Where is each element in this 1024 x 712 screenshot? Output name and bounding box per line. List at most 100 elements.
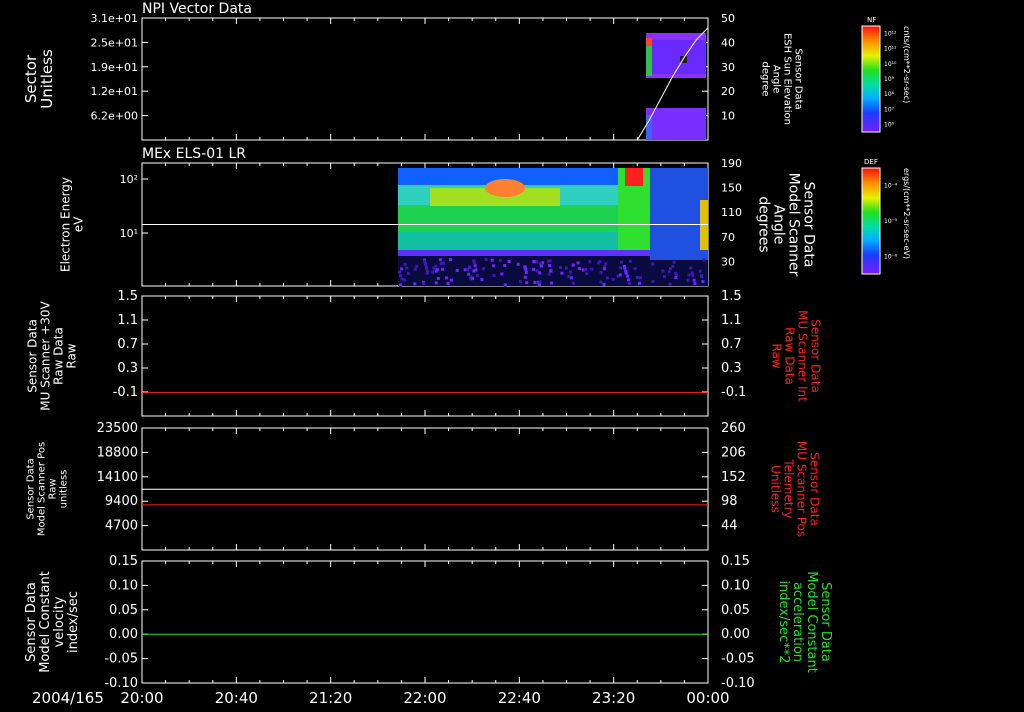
els-speckle-cell (471, 276, 475, 280)
els-speckle-cell (585, 272, 589, 276)
y-tick-left-label: 0.3 (117, 361, 138, 376)
els-speckle-cell (535, 269, 539, 273)
els-speckle-cell (698, 269, 702, 273)
time-tick-label: 20:40 (215, 689, 258, 707)
y-axis-label-right-line: Raw Data (783, 327, 797, 385)
y-tick-right-label: 150 (721, 182, 742, 195)
els-speckle-cell (667, 270, 671, 274)
els-speckle-cell (500, 272, 504, 276)
els-speckle-cell (398, 270, 402, 274)
els-speckle-cell (700, 275, 704, 279)
els-speckle-cell (507, 260, 511, 264)
els-speckle-cell (448, 258, 452, 262)
els-speckle-cell (532, 259, 536, 263)
els-speckle-cell (498, 258, 502, 262)
els-speckle-cell (567, 274, 571, 278)
els-speckle-cell (524, 267, 528, 271)
els-speckle-cell (533, 280, 537, 284)
y-axis-label-left-line: MU Scanner +30V (39, 301, 53, 411)
y-tick-left-label: 18800 (97, 445, 138, 460)
colorbar-nf-label: NF (867, 16, 876, 24)
date-label: 2004/165 (32, 689, 104, 707)
y-axis-label-right-line: MU Scanner Int (796, 310, 810, 402)
els-speckle-cell (611, 277, 615, 281)
colorbar-tick-label: 10⁶ (884, 121, 895, 128)
els-speckle-cell (625, 274, 629, 278)
y-tick-right-label: 0.05 (721, 603, 750, 618)
y-tick-left-label: 6.2e+00 (91, 110, 138, 123)
els-speckle-cell (441, 261, 445, 265)
y-tick-right-label: 0.7 (721, 337, 742, 352)
y-axis-label-right-line: Model Constant (804, 571, 819, 673)
els-speckle-cell (547, 272, 551, 276)
colorbar-tick-label: 10⁻⁴ (884, 183, 898, 190)
npi-spectrogram (646, 33, 706, 140)
els-speckle-cell (560, 271, 564, 275)
els-speckle-cell (590, 267, 594, 271)
els-speckle-cell (455, 268, 459, 272)
els-speckle-cell (403, 278, 407, 282)
y-axis-label-right-line: Sensor Data (793, 48, 804, 109)
y-tick-right-label: 206 (721, 445, 746, 460)
els-speckle-cell (472, 261, 476, 265)
y-axis-label-right-line: Unitless (769, 465, 783, 513)
y-axis-label-left-line: Electron Energy (59, 177, 73, 272)
colorbar-def-bar (861, 167, 881, 275)
y-tick-right-label: -0.10 (721, 676, 755, 691)
y-tick-right-label: 0.3 (721, 361, 742, 376)
els-speckle-cell (532, 267, 536, 271)
els-speckle-cell (605, 276, 609, 280)
y-axis-label-left-line: Raw (65, 343, 79, 368)
y-axis-label-right-line: Angle (771, 205, 787, 245)
els-speckle-cell (702, 258, 706, 262)
els-speckle-cell (584, 267, 588, 271)
y-axis-label-right-line: MU Scanner Pos (795, 441, 809, 537)
y-tick-right-label: -0.05 (721, 652, 755, 667)
y-axis-label-right-line: Raw (770, 343, 784, 368)
y-axis-label-left: Sensor DataModel Constantvelocityindex/s… (24, 571, 81, 673)
els-speckle-cell (569, 276, 573, 280)
els-speckle-cell (674, 275, 678, 279)
els-speckle-cell (535, 260, 539, 264)
panels: 3.1e+01 2.5e+01 1.9e+01 1.2e+01 6.2e+00 50 40 3… (22, 12, 833, 691)
y-axis-label-right-line: ESH Sun Elevation (782, 33, 793, 125)
y-axis-label-right: Sensor DataModel Constantaccelerationind… (776, 571, 833, 673)
y-axis-label-right-line: Sensor Data (801, 182, 817, 268)
y-axis-label-right-line: acceleration (790, 582, 805, 662)
y-tick-right-label: -0.1 (721, 385, 746, 400)
y-axis-label-right: Sensor DataModel ScannerAngledegrees (756, 173, 817, 277)
els-tail (650, 168, 708, 260)
els-speckle-cell (475, 273, 479, 277)
els-speckle-cell (539, 264, 543, 268)
y-axis-label-left: Sensor DataMU Scanner +30VRaw DataRaw (26, 301, 79, 411)
colorbar-def-label: DEF (864, 158, 878, 166)
els-speckle-cell (628, 259, 632, 263)
panel-1-frame (141, 17, 709, 141)
els-speckle-cell (672, 260, 676, 264)
els-speckle-cell (618, 273, 622, 277)
els-speckle-cell (693, 282, 697, 286)
els-speckle-cell (597, 261, 601, 265)
y-tick-right-label: 40 (721, 36, 735, 49)
els-speckle-cell (692, 278, 696, 282)
y-axis-label-right-line: Sensor Data (808, 452, 822, 526)
y-tick-right-label: 50 (721, 12, 735, 25)
els-speckle-cell (624, 271, 628, 275)
els-speckle-cell (602, 282, 606, 286)
els-speckle-cell (426, 270, 430, 274)
els-speckle-cell (518, 279, 522, 283)
els-speckle-cell (474, 268, 478, 272)
colorbar-def: DEF 10⁻⁴ 10⁻⁵ 10⁻⁶ ergs/(cm**2-sr-sec-eV) (861, 158, 911, 275)
y-tick-left-label: 23500 (97, 421, 138, 436)
els-speckle-cell (639, 276, 643, 280)
y-axis-label-left-line: Raw Data (52, 327, 66, 385)
y-tick-left-label: 1.1 (117, 313, 138, 328)
els-speckle-cell (473, 264, 477, 268)
els-speckle-cell (484, 258, 488, 262)
els-speckle-cell (668, 266, 672, 270)
y-axis-label-left-line: unitless (59, 470, 70, 509)
els-speckle-cell (441, 267, 445, 271)
colorbar-tick-label: 10¹² (884, 31, 897, 38)
els-speckle-cell (434, 281, 438, 285)
els-speckle-cell (523, 275, 527, 279)
